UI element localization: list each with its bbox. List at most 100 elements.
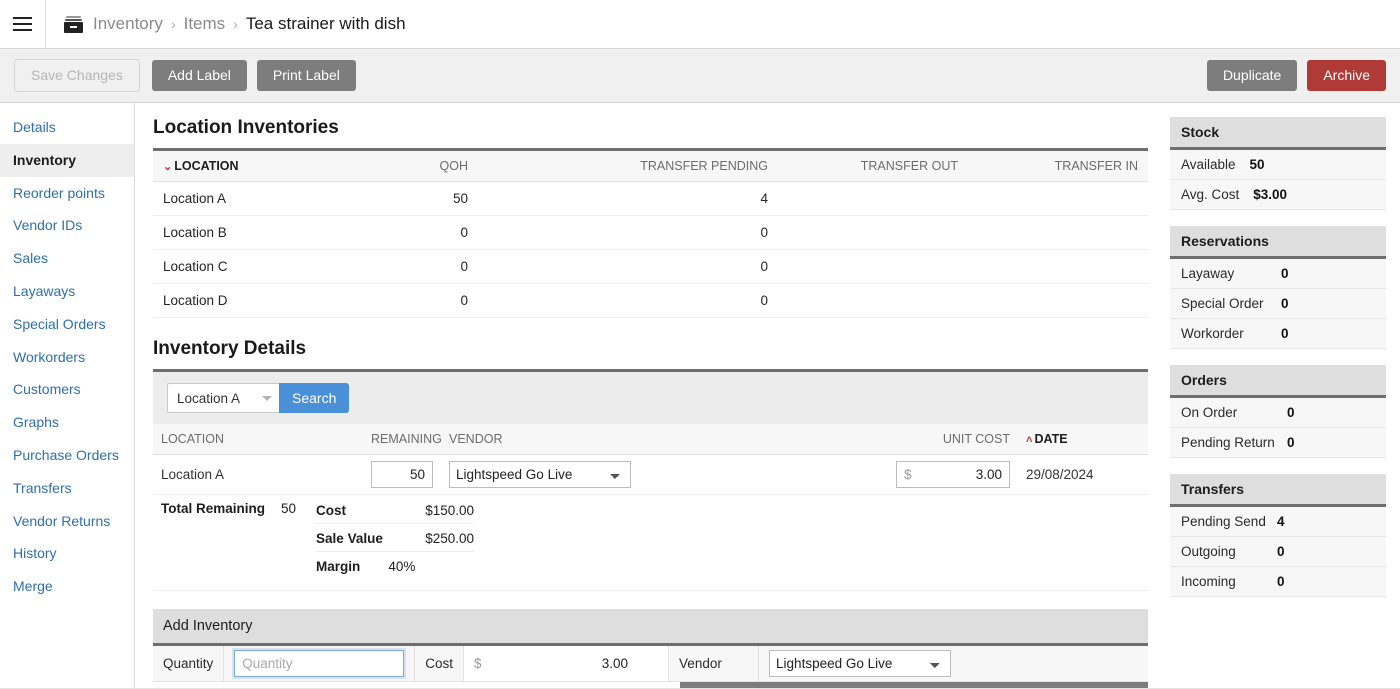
- sidebar-item-sales[interactable]: Sales: [0, 242, 134, 275]
- column-header-location-label: LOCATION: [174, 159, 239, 173]
- reservations-card-title: Reservations: [1170, 226, 1386, 259]
- main-content: Location Inventories ⌄ LOCATION QOH TRANS…: [135, 103, 1160, 689]
- hamburger-menu-icon[interactable]: [0, 0, 46, 48]
- column-header-transfer-pending[interactable]: TRANSFER PENDING: [478, 151, 778, 182]
- reservations-row-layaway: Layaway 0: [1170, 259, 1386, 289]
- sidebar-item-graphs[interactable]: Graphs: [0, 406, 134, 439]
- breadcrumb: Inventory › Items › Tea strainer with di…: [46, 14, 406, 34]
- sale-value-label: Sale Value: [316, 531, 383, 546]
- duplicate-button[interactable]: Duplicate: [1206, 59, 1298, 92]
- column-header-qoh[interactable]: QOH: [368, 151, 478, 182]
- orders-card: Orders On Order 0 Pending Return 0: [1170, 365, 1386, 458]
- table-row[interactable]: Location D 0 0: [153, 283, 1148, 318]
- print-label-button[interactable]: Print Label: [256, 59, 356, 92]
- table-row[interactable]: Location A Lightspeed Go Live $: [153, 454, 1148, 495]
- sidebar-item-purchase-orders[interactable]: Purchase Orders: [0, 439, 134, 472]
- workorder-label: Workorder: [1181, 326, 1244, 341]
- orders-card-title: Orders: [1170, 365, 1386, 398]
- column-header-vendor[interactable]: VENDOR: [441, 424, 826, 455]
- sidebar-item-history[interactable]: History: [0, 537, 134, 570]
- add-cost-value: 3.00: [601, 656, 629, 671]
- vendor-label: Vendor: [669, 646, 760, 681]
- table-header-row: ⌄ LOCATION QOH TRANSFER PENDING TRANSFER …: [153, 151, 1148, 182]
- stock-card-title: Stock: [1170, 117, 1386, 150]
- cell-location: Location B: [153, 215, 368, 250]
- inventory-details-search-bar: Location A Search: [153, 372, 1148, 424]
- add-vendor-select[interactable]: Lightspeed Go Live: [769, 650, 952, 677]
- table-row[interactable]: Location A 50 4: [153, 181, 1148, 216]
- cell-transfer-in: [968, 181, 1148, 216]
- transfers-row-outgoing: Outgoing 0: [1170, 537, 1386, 567]
- cell-transfer-in: [968, 215, 1148, 250]
- action-toolbar: Save Changes Add Label Print Label Dupli…: [0, 49, 1400, 103]
- sidebar-item-vendor-returns[interactable]: Vendor Returns: [0, 505, 134, 538]
- cell-qoh: 0: [368, 249, 478, 284]
- inventory-details-table: LOCATION REMAINING VENDOR UNIT COST ˄ DAT…: [153, 424, 1148, 591]
- left-sidebar-nav: Details Inventory Reorder points Vendor …: [0, 103, 135, 689]
- column-header-date[interactable]: ˄ DATE: [1018, 424, 1148, 455]
- location-filter-select[interactable]: Location A: [167, 383, 279, 413]
- cell-location: Location A: [153, 181, 368, 216]
- cell-qoh: 50: [368, 181, 478, 216]
- column-header-location[interactable]: ⌄ LOCATION: [153, 151, 368, 182]
- page-title: Tea strainer with dish: [245, 14, 406, 33]
- quantity-input[interactable]: [232, 648, 407, 679]
- add-label-button[interactable]: Add Label: [151, 59, 247, 92]
- column-header-detail-location[interactable]: LOCATION: [153, 424, 363, 455]
- unit-cost-input[interactable]: $ 3.00: [896, 461, 1010, 488]
- sidebar-item-vendor-ids[interactable]: Vendor IDs: [0, 209, 134, 242]
- layaway-value: 0: [1281, 266, 1289, 281]
- add-cost-field[interactable]: $ 3.00: [464, 646, 670, 681]
- table-row[interactable]: Location C 0 0: [153, 249, 1148, 284]
- outgoing-label: Outgoing: [1181, 544, 1236, 559]
- sidebar-item-merge[interactable]: Merge: [0, 570, 134, 603]
- cell-remaining: [363, 454, 441, 495]
- stock-row-avg-cost: Avg. Cost $3.00: [1170, 180, 1386, 210]
- vendor-field-cell: Lightspeed Go Live: [759, 646, 961, 681]
- breadcrumb-item-items[interactable]: Items: [184, 14, 226, 34]
- breadcrumb-item-inventory[interactable]: Inventory: [93, 14, 163, 34]
- table-row[interactable]: Location B 0 0: [153, 215, 1148, 250]
- cost-value: $150.00: [425, 503, 475, 518]
- sidebar-item-reorder-points[interactable]: Reorder points: [0, 177, 134, 210]
- stock-avg-cost-label: Avg. Cost: [1181, 187, 1240, 202]
- reservations-card: Reservations Layaway 0 Special Order 0 W…: [1170, 226, 1386, 349]
- special-order-value: 0: [1281, 296, 1289, 311]
- quantity-field-cell: [224, 646, 416, 681]
- reservations-row-special-order: Special Order 0: [1170, 289, 1386, 319]
- remaining-input[interactable]: [371, 461, 433, 488]
- sidebar-item-layaways[interactable]: Layaways: [0, 275, 134, 308]
- layaway-label: Layaway: [1181, 266, 1235, 281]
- vendor-select[interactable]: Lightspeed Go Live: [449, 461, 631, 488]
- orders-row-on-order: On Order 0: [1170, 398, 1386, 428]
- sidebar-item-details[interactable]: Details: [0, 111, 134, 144]
- totals-line-cost: Cost $150.00: [316, 501, 475, 524]
- cell-transfer-pending: 0: [478, 215, 778, 250]
- total-remaining-value: 50: [281, 501, 297, 516]
- stock-available-value: 50: [1249, 157, 1265, 172]
- sidebar-item-customers[interactable]: Customers: [0, 373, 134, 406]
- add-inventory-title: Add Inventory: [153, 609, 1148, 646]
- column-header-transfer-in[interactable]: TRANSFER IN: [968, 151, 1148, 182]
- column-header-transfer-out[interactable]: TRANSFER OUT: [778, 151, 968, 182]
- archive-button[interactable]: Archive: [1307, 59, 1386, 92]
- sidebar-item-special-orders[interactable]: Special Orders: [0, 308, 134, 341]
- stock-card: Stock Available 50 Avg. Cost $3.00: [1170, 117, 1386, 210]
- save-changes-button[interactable]: Save Changes: [14, 58, 140, 93]
- stock-available-label: Available: [1181, 157, 1236, 172]
- reservations-row-workorder: Workorder 0: [1170, 319, 1386, 349]
- cell-transfer-in: [968, 249, 1148, 284]
- cell-date: 29/08/2024: [1018, 454, 1148, 495]
- inventory-details-title: Inventory Details: [153, 338, 307, 359]
- column-header-unit-cost[interactable]: UNIT COST: [826, 424, 1018, 455]
- cell-detail-location: Location A: [153, 454, 363, 495]
- cost-label: Cost: [415, 646, 465, 681]
- sidebar-item-transfers[interactable]: Transfers: [0, 472, 134, 505]
- cell-transfer-pending: 0: [478, 283, 778, 318]
- search-button[interactable]: Search: [279, 383, 350, 413]
- pending-return-label: Pending Return: [1181, 435, 1275, 450]
- sidebar-item-inventory[interactable]: Inventory: [0, 143, 134, 177]
- column-header-remaining[interactable]: REMAINING: [363, 424, 442, 455]
- column-header-date-label: DATE: [1034, 432, 1068, 446]
- sidebar-item-workorders[interactable]: Workorders: [0, 341, 134, 374]
